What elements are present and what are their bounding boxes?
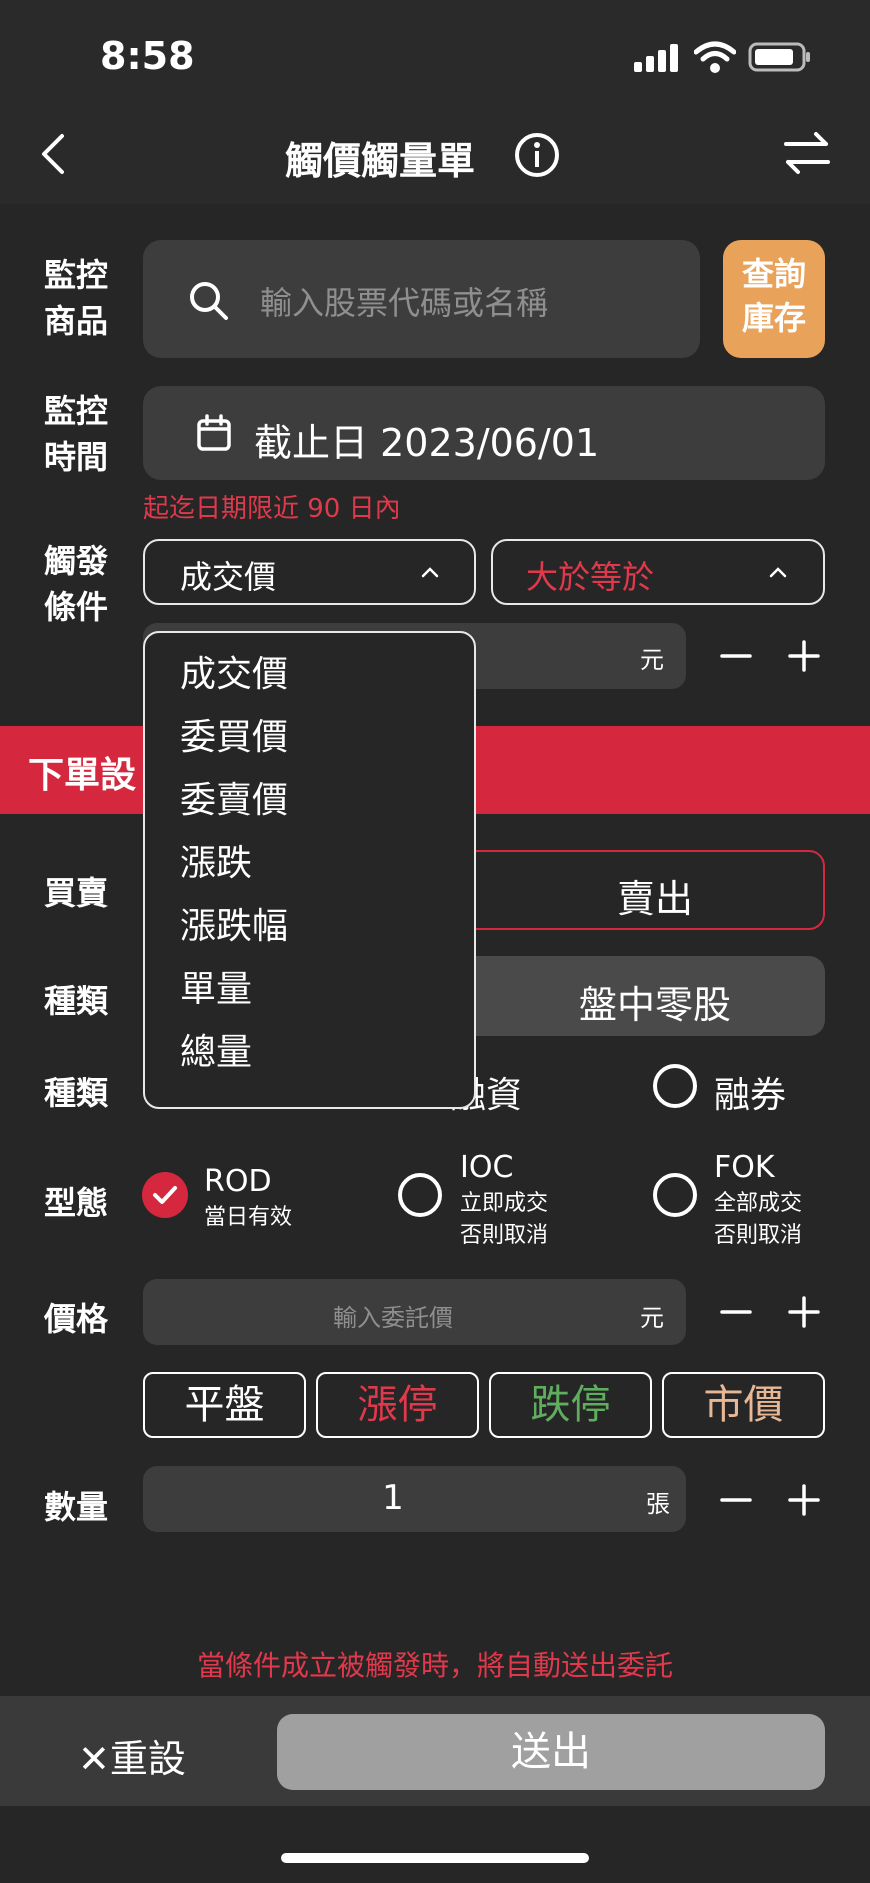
- chevron-up-icon: [420, 564, 440, 578]
- info-icon[interactable]: [514, 132, 560, 178]
- deadline-date: 2023/06/01: [380, 421, 600, 465]
- quantity-label: 數量: [44, 1488, 109, 1526]
- button-line: 庫存: [741, 299, 806, 337]
- plus-icon[interactable]: [788, 1484, 820, 1516]
- order-settings-title: 下單設: [28, 755, 137, 796]
- submit-button[interactable]: 送出: [277, 1714, 825, 1790]
- odd-lot-label: 盤中零股: [578, 983, 731, 1027]
- fok-radio[interactable]: [653, 1173, 697, 1217]
- price-unit: 元: [640, 1304, 664, 1332]
- trigger-notice: 當條件成立被觸發時，將自動送出委託: [196, 1649, 673, 1682]
- flat-price-button[interactable]: 平盤: [143, 1372, 306, 1438]
- short-radio[interactable]: [653, 1064, 697, 1108]
- rod-radio-checked[interactable]: [142, 1172, 188, 1218]
- battery-icon: [748, 42, 812, 72]
- option-desc: 全部成交: [714, 1191, 803, 1216]
- label-line: 監控: [44, 256, 109, 294]
- trigger-condition-label: 觸發 條件: [44, 538, 108, 630]
- buy-sell-label: 買賣: [44, 874, 109, 912]
- rod-option: ROD 當日有效: [204, 1164, 292, 1231]
- page-title-text: 觸價觸量單: [284, 139, 475, 183]
- market-price-button[interactable]: 市價: [662, 1372, 825, 1438]
- option-desc: 否則取消: [460, 1223, 549, 1248]
- quantity-value: 1: [382, 1478, 404, 1518]
- button-label: 平盤: [184, 1382, 265, 1428]
- button-label: 市價: [703, 1382, 784, 1428]
- minus-icon[interactable]: [720, 640, 752, 672]
- signal-icon: [634, 44, 680, 72]
- page-title: 觸價觸量單: [0, 130, 815, 185]
- limit-up-button[interactable]: 漲停: [316, 1372, 479, 1438]
- quantity-unit: 張: [646, 1490, 670, 1518]
- label-line: 觸發: [44, 542, 109, 580]
- trigger-field-value: 成交價: [180, 558, 277, 596]
- bottom-strip: [0, 1806, 870, 1883]
- label-line: 條件: [44, 588, 109, 626]
- search-icon: [188, 280, 230, 322]
- label-line: 監控: [44, 392, 109, 430]
- swap-arrows-icon[interactable]: [782, 130, 832, 176]
- button-label: 跌停: [530, 1382, 611, 1428]
- price-label: 價格: [44, 1300, 109, 1338]
- button-label: 漲停: [357, 1382, 438, 1428]
- plus-icon[interactable]: [788, 1296, 820, 1328]
- option-desc: 否則取消: [714, 1223, 803, 1248]
- submit-label: 送出: [511, 1729, 591, 1775]
- ioc-radio[interactable]: [398, 1173, 442, 1217]
- deadline-text: 截止日 2023/06/01: [254, 412, 599, 467]
- wifi-icon: [693, 40, 737, 74]
- minus-icon[interactable]: [720, 1296, 752, 1328]
- calendar-icon: [196, 414, 232, 452]
- trigger-operator-value: 大於等於: [526, 558, 655, 596]
- date-range-hint: 起迄日期限近 90 日內: [143, 494, 401, 524]
- query-inventory-button[interactable]: 查詢 庫存: [723, 240, 825, 358]
- chevron-up-icon: [768, 564, 788, 578]
- ioc-option: IOC 立即成交 否則取消: [460, 1150, 548, 1249]
- dropdown-option[interactable]: 成交價: [145, 655, 474, 718]
- monitor-product-label: 監控 商品: [44, 252, 108, 344]
- credit-type-label: 種類: [44, 1074, 109, 1112]
- home-indicator: [281, 1853, 589, 1863]
- status-time: 8:58: [100, 34, 195, 78]
- dropdown-option[interactable]: 漲跌幅: [145, 907, 474, 970]
- limit-down-button[interactable]: 跌停: [489, 1372, 652, 1438]
- option-code: ROD: [204, 1164, 272, 1199]
- monitor-time-label: 監控 時間: [44, 388, 108, 480]
- order-form-label: 型態: [44, 1184, 109, 1222]
- sell-label: 賣出: [616, 877, 693, 921]
- option-desc: 立即成交: [460, 1191, 549, 1216]
- deadline-prefix: 截止日: [254, 421, 369, 465]
- dropdown-option[interactable]: 委買價: [145, 718, 474, 781]
- search-placeholder: 輸入股票代碼或名稱: [260, 284, 549, 322]
- option-code: IOC: [460, 1150, 514, 1185]
- dropdown-option[interactable]: 委賣價: [145, 781, 474, 844]
- button-line: 查詢: [741, 255, 806, 293]
- short-label: 融券: [714, 1075, 787, 1116]
- option-desc: 當日有效: [204, 1205, 293, 1230]
- reset-button[interactable]: ✕重設: [78, 1728, 186, 1783]
- label-line: 商品: [44, 302, 109, 340]
- label-line: 時間: [44, 438, 109, 476]
- minus-icon[interactable]: [720, 1484, 752, 1516]
- plus-icon[interactable]: [788, 640, 820, 672]
- dropdown-option[interactable]: 漲跌: [145, 844, 474, 907]
- price-placeholder: 輸入委託價: [333, 1304, 453, 1332]
- trigger-field-dropdown: 成交價 委買價 委賣價 漲跌 漲跌幅 單量 總量: [143, 631, 476, 1109]
- dropdown-option[interactable]: 單量: [145, 970, 474, 1033]
- order-type-label: 種類: [44, 982, 109, 1020]
- option-code: FOK: [714, 1150, 775, 1185]
- dropdown-option[interactable]: 總量: [145, 1033, 474, 1096]
- trigger-value-unit: 元: [640, 646, 664, 674]
- fok-option: FOK 全部成交 否則取消: [714, 1150, 802, 1249]
